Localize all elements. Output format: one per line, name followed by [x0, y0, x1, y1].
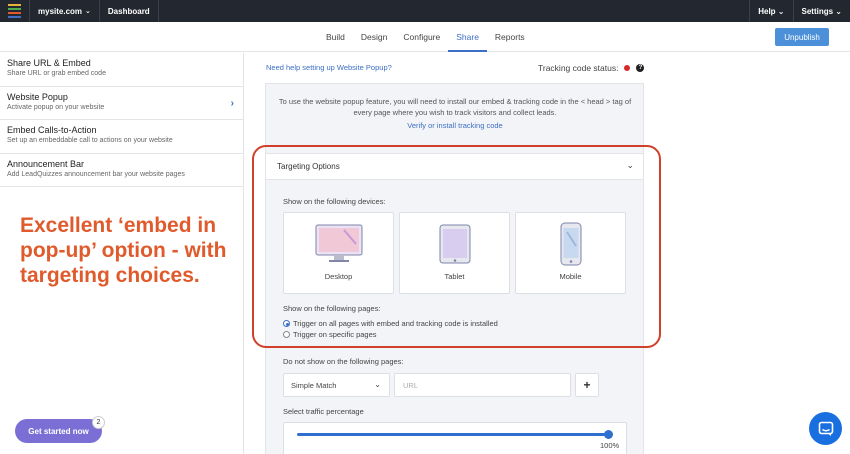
sidebar-item-title: Announcement Bar — [7, 158, 85, 169]
chat-icon — [818, 421, 833, 436]
verify-tracking-link[interactable]: Verify or install tracking code — [272, 120, 638, 131]
nav-bar: Build Design Configure Share Reports Unp… — [0, 22, 850, 52]
logo-icon — [8, 4, 21, 18]
app-logo[interactable] — [0, 0, 30, 22]
help-label: Help — [758, 6, 776, 16]
sidebar-item-title: Share URL & Embed — [7, 58, 91, 68]
tab-configure[interactable]: Configure — [395, 22, 448, 52]
sidebar-item-share-url[interactable]: Share URL & Embed Share URL or grab embe… — [0, 53, 243, 87]
exclude-pages-label: Do not show on the following pages: — [283, 357, 404, 366]
sidebar-item-embed-cta[interactable]: Embed Calls-to-Action Set up an embeddab… — [0, 120, 243, 154]
sidebar-item-subtitle: Add LeadQuizzes announcement bar your we… — [7, 170, 185, 178]
sidebar-item-subtitle: Set up an embeddable call to actions on … — [7, 137, 173, 144]
sidebar-item-subtitle: Share URL or grab embed code — [7, 70, 106, 77]
annotation-highlight-outline — [252, 145, 661, 348]
traffic-slider-container — [283, 422, 627, 454]
sidebar-item-subtitle: Activate popup on your website — [7, 103, 105, 111]
sidebar-item-website-popup[interactable]: Website Popup Activate popup on your web… — [0, 87, 243, 120]
tracking-status: Tracking code status: ? — [538, 63, 645, 73]
traffic-percentage-value: 100% — [600, 441, 620, 450]
help-setup-link[interactable]: Need help setting up Website Popup? — [266, 63, 392, 72]
settings-menu[interactable]: Settings ⌄ — [792, 0, 850, 22]
dashboard-link[interactable]: Dashboard — [100, 0, 159, 22]
plus-icon: + — [583, 378, 591, 392]
match-type-value: Simple Match — [291, 380, 337, 390]
tracking-status-label: Tracking code status: — [538, 63, 619, 73]
help-menu[interactable]: Help ⌄ — [749, 0, 792, 22]
url-input[interactable]: URL — [394, 373, 571, 397]
tab-design[interactable]: Design — [353, 22, 395, 52]
match-type-select[interactable]: Simple Match ⌄ — [283, 373, 390, 397]
traffic-slider-track[interactable] — [297, 433, 608, 436]
get-started-button[interactable]: Get started now — [15, 419, 102, 443]
unpublish-button[interactable]: Unpublish — [775, 28, 829, 46]
tab-list: Build Design Configure Share Reports — [318, 22, 533, 52]
chevron-right-icon: › — [230, 97, 234, 109]
sidebar-item-title: Website Popup — [7, 91, 68, 102]
site-switcher[interactable]: mysite.com ⌄ — [30, 0, 100, 22]
tab-reports[interactable]: Reports — [487, 22, 533, 52]
chevron-down-icon: ⌄ — [85, 8, 91, 15]
chat-support-button[interactable] — [809, 412, 842, 445]
traffic-slider-handle[interactable] — [604, 430, 613, 439]
chevron-down-icon: ⌄ — [777, 6, 785, 16]
tab-share[interactable]: Share — [448, 22, 487, 52]
sidebar-item-announcement-bar[interactable]: Announcement Bar Add LeadQuizzes announc… — [0, 154, 243, 187]
add-url-button[interactable]: + — [575, 373, 599, 397]
tracking-info: To use the website popup feature, you wi… — [272, 96, 638, 131]
tab-build[interactable]: Build — [318, 22, 353, 52]
status-dot-icon — [624, 65, 631, 71]
help-question-icon[interactable]: ? — [636, 64, 645, 72]
info-text: To use the website popup feature, you wi… — [278, 97, 632, 117]
notification-badge: 2 — [92, 416, 105, 429]
site-name: mysite.com — [38, 6, 83, 16]
settings-label: Settings — [801, 6, 834, 16]
chevron-down-icon: ⌄ — [835, 6, 842, 16]
sidebar-item-title: Embed Calls-to-Action — [7, 125, 97, 135]
annotation-callout: Excellent ‘embed in pop-up’ option - wit… — [20, 214, 227, 287]
top-bar: mysite.com ⌄ Dashboard Help ⌄ Settings ⌄ — [0, 0, 850, 22]
chevron-down-icon: ⌄ — [374, 380, 381, 389]
traffic-percentage-label: Select traffic percentage — [283, 407, 364, 416]
